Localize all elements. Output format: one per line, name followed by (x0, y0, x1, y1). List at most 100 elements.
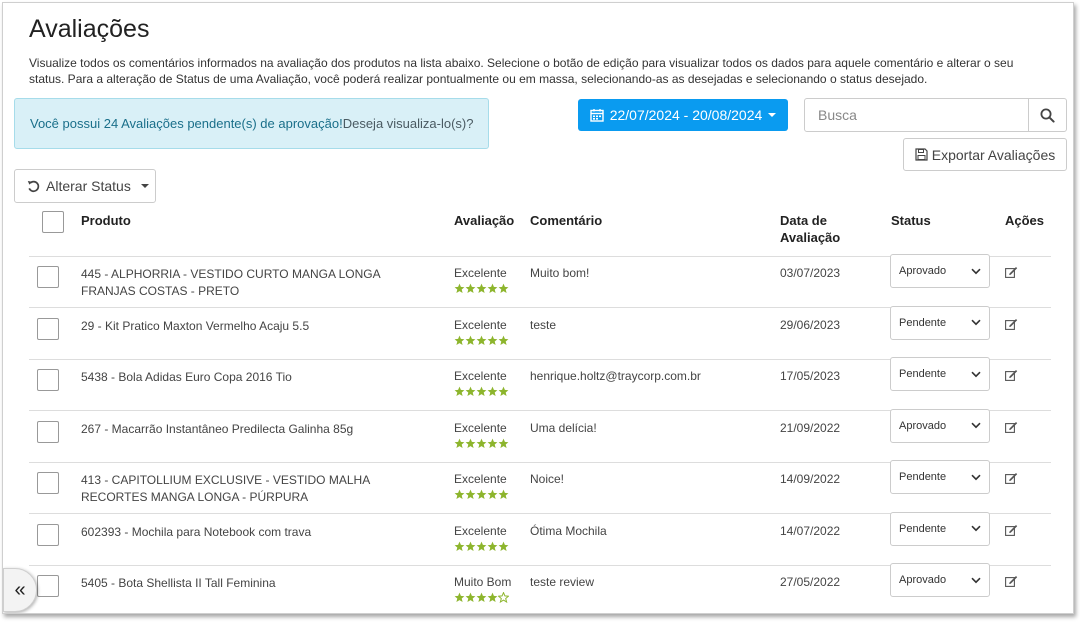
star-filled-icon (465, 489, 476, 499)
status-value: Pendente (899, 368, 947, 380)
star-filled-icon (487, 386, 498, 396)
edit-icon (1005, 524, 1018, 536)
product-name: 602393 - Mochila para Notebook com trava (81, 524, 312, 539)
star-filled-icon (498, 283, 509, 293)
edit-icon (1005, 318, 1018, 330)
status-select[interactable]: Pendente (890, 357, 990, 391)
edit-button[interactable] (1005, 471, 1018, 489)
edit-button[interactable] (1005, 523, 1018, 541)
row-checkbox[interactable] (37, 523, 59, 546)
star-filled-icon (487, 438, 498, 448)
chevron-down-icon (768, 113, 777, 117)
star-filled-icon (487, 592, 498, 602)
status-select[interactable]: Pendente (890, 305, 990, 340)
star-filled-icon (465, 386, 476, 396)
status-select[interactable]: Aprovado (890, 254, 990, 288)
edit-button[interactable] (1005, 265, 1018, 283)
column-header-date[interactable]: Data de Avaliação (780, 212, 840, 246)
table-row: 445 - ALPHORRIA - VESTIDO CURTO MANGA LO… (29, 254, 1051, 308)
row-checkbox[interactable] (37, 472, 59, 494)
star-filled-icon (465, 283, 476, 293)
table-row: 5438 - Bola Adidas Euro Copa 2016 Tio Exc… (29, 357, 1051, 411)
status-value: Pendente (899, 471, 947, 483)
star-filled-icon (487, 541, 498, 551)
review-date: 17/05/2023 (780, 369, 841, 383)
edit-icon (1005, 576, 1018, 587)
star-filled-icon (465, 438, 476, 448)
star-filled-icon (487, 489, 498, 499)
star-filled-icon (487, 283, 498, 293)
row-checkbox[interactable] (37, 575, 59, 597)
status-value: Pendente (899, 316, 947, 329)
rating-label: Excelente (454, 523, 507, 538)
chevron-down-icon (971, 422, 981, 429)
date-range-label: 22/07/2024 - 20/08/2024 (609, 107, 763, 123)
row-checkbox[interactable] (37, 369, 59, 391)
chevron-down-icon (140, 184, 149, 188)
edit-button[interactable] (1005, 317, 1018, 335)
column-header-actions: Ações (1005, 213, 1045, 228)
chevron-down-icon (971, 577, 981, 583)
rating-label: Excelente (454, 369, 507, 383)
column-header-rating[interactable]: Avaliação (454, 212, 514, 229)
chevron-down-icon (971, 371, 981, 377)
date-range-button[interactable]: 22/07/2024 - 20/08/2024 (578, 99, 788, 131)
status-select[interactable]: Aprovado (890, 408, 990, 443)
star-filled-icon (465, 335, 476, 345)
column-header-status[interactable]: Status (891, 212, 931, 229)
bulk-status-dropdown[interactable]: Alterar Status (14, 169, 156, 203)
edit-icon (1005, 370, 1018, 381)
star-filled-icon (476, 283, 487, 293)
rating-stars (454, 489, 509, 500)
row-checkbox[interactable] (37, 420, 59, 443)
comment-text: teste review (530, 575, 595, 589)
star-filled-icon (476, 541, 487, 551)
search-input[interactable] (805, 99, 1028, 131)
star-filled-icon (454, 592, 465, 602)
edit-button[interactable] (1005, 420, 1018, 438)
pending-alert-text: Você possui 24 Avaliações pendente(s) de… (30, 116, 343, 131)
search-button[interactable] (1028, 99, 1066, 131)
product-name: 267 - Macarrão Instantâneo Predilecta Ga… (81, 421, 354, 436)
comment-text: teste (530, 317, 557, 332)
edit-button[interactable] (1005, 574, 1018, 592)
rating-stars (454, 386, 509, 397)
rating-stars (454, 438, 509, 449)
star-filled-icon (454, 386, 465, 396)
star-filled-icon (454, 541, 465, 551)
review-date: 14/09/2022 (780, 472, 841, 486)
edit-button[interactable] (1005, 368, 1018, 386)
comment-text: Noice! (530, 472, 565, 486)
select-all-checkbox[interactable] (42, 211, 64, 233)
star-filled-icon (465, 541, 476, 551)
status-value: Aprovado (899, 419, 947, 432)
status-select[interactable]: Pendente (890, 511, 990, 546)
star-filled-icon (454, 335, 465, 345)
review-date: 27/05/2022 (780, 575, 841, 589)
chevron-down-icon (971, 268, 981, 274)
search-icon (1040, 108, 1055, 123)
search-group (804, 98, 1067, 132)
review-date: 14/07/2022 (780, 523, 841, 538)
review-date: 03/07/2023 (780, 266, 841, 280)
star-filled-icon (498, 541, 509, 551)
star-empty-icon (498, 592, 509, 603)
comment-text: Muito bom! (530, 266, 590, 280)
star-filled-icon (454, 283, 465, 293)
row-checkbox[interactable] (37, 317, 59, 340)
column-header-product[interactable]: Produto (81, 212, 131, 229)
status-select[interactable]: Aprovado (890, 563, 990, 597)
edit-icon (1005, 267, 1018, 278)
export-reviews-button[interactable]: Exportar Avaliações (903, 138, 1067, 171)
star-filled-icon (476, 386, 487, 396)
status-value: Pendente (899, 522, 947, 535)
rating-stars (454, 541, 509, 552)
pending-alert-link[interactable]: Deseja visualiza-lo(s)? (343, 116, 474, 131)
row-checkbox[interactable] (37, 266, 59, 288)
status-select[interactable]: Pendente (890, 460, 990, 494)
column-header-comment[interactable]: Comentário (530, 212, 602, 229)
star-filled-icon (476, 489, 487, 499)
product-name: 413 - CAPITOLLIUM EXCLUSIVE - VESTIDO MA… (81, 473, 370, 504)
edit-icon (1005, 421, 1018, 433)
table-row: 602393 - Mochila para Notebook com trava… (29, 511, 1051, 566)
